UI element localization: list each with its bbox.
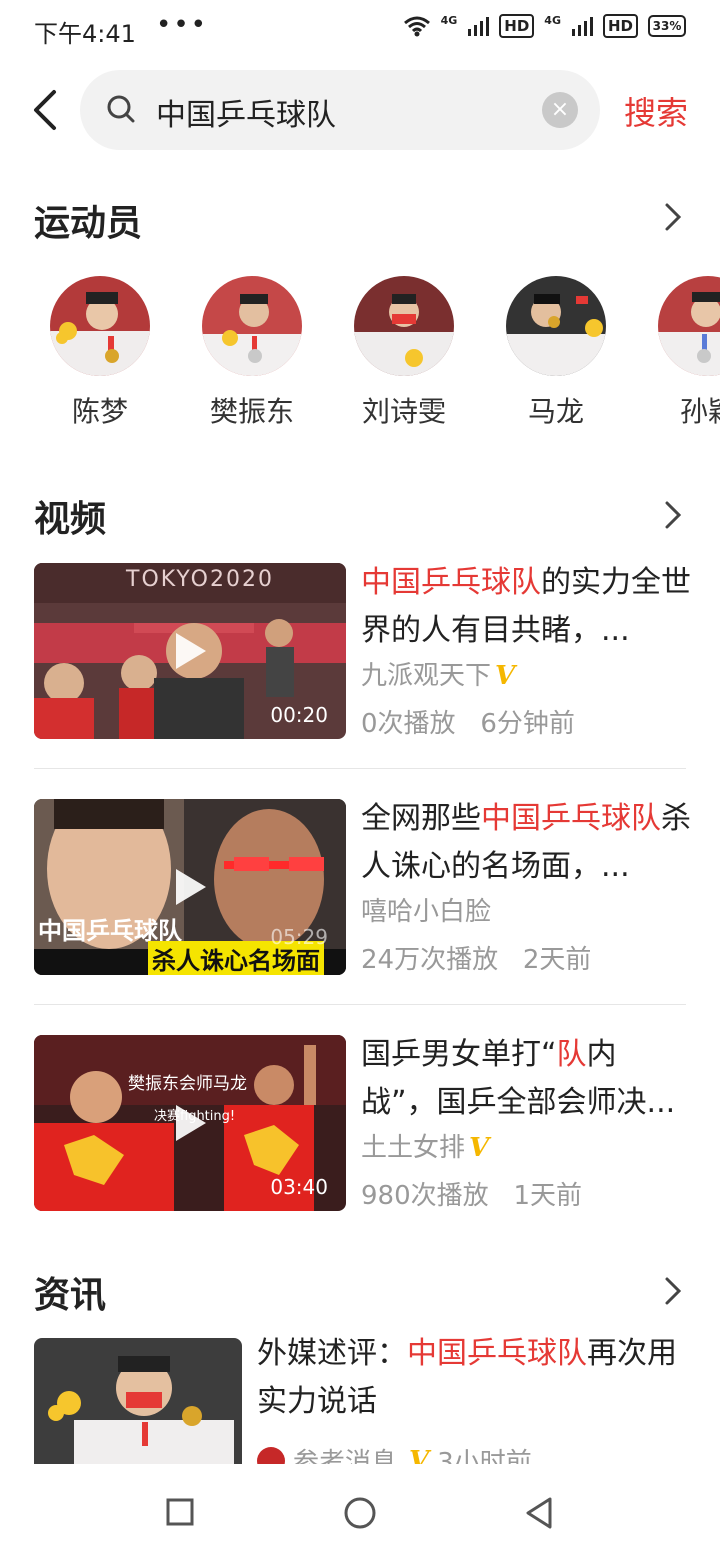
network-type-1: 4G	[440, 13, 458, 27]
athlete-item[interactable]: 孙颖	[657, 276, 720, 430]
athlete-name: 马龙	[527, 395, 584, 428]
verified-icon: V	[469, 1133, 490, 1163]
post-time: 1天前	[513, 1181, 582, 1211]
signal-icon-2	[571, 17, 593, 36]
status-time: 下午4:41	[34, 20, 136, 48]
play-icon[interactable]	[170, 1101, 210, 1145]
recent-apps-icon[interactable]	[166, 1498, 194, 1526]
video-duration: 03:40	[270, 1175, 328, 1199]
athlete-item[interactable]: 马龙	[505, 276, 607, 430]
play-count: 980次播放	[361, 1181, 489, 1211]
battery-icon: 33%	[648, 15, 686, 37]
author-name: 嘻哈小白脸	[361, 897, 492, 927]
athlete-name: 陈梦	[71, 395, 128, 428]
status-bar: 下午4:41 ••• 4G HD 4G HD 33%	[0, 0, 720, 58]
title-highlight: 中国乒乓球队	[481, 801, 661, 836]
search-input[interactable]: 中国乒乓球队	[156, 90, 336, 134]
avatar	[354, 276, 454, 376]
back-arrow-icon[interactable]	[28, 88, 62, 132]
athlete-item[interactable]: 陈梦	[49, 276, 151, 430]
avatar	[506, 276, 606, 376]
title-prefix: 外媒述评：	[257, 1336, 407, 1371]
video-author[interactable]: 九派观天下 V	[361, 655, 515, 692]
title-highlight: 队	[556, 1037, 587, 1072]
athlete-name: 刘诗雯	[361, 395, 446, 428]
play-count: 0次播放	[361, 709, 456, 739]
video-meta: 24万次播放 2天前	[361, 939, 591, 976]
back-icon[interactable]	[524, 1496, 554, 1530]
video-thumbnail[interactable]: 中国乒乓球队 杀人诛心名场面 05:29	[34, 799, 346, 975]
verified-icon: V	[495, 661, 516, 691]
search-button[interactable]: 搜索	[624, 88, 688, 134]
divider	[34, 1004, 686, 1005]
avatar	[658, 276, 720, 376]
post-time: 2天前	[522, 945, 592, 975]
video-title[interactable]: 中国乒乓球队的实力全世界的人有目共睹，...	[361, 559, 691, 655]
search-header: 中国乒乓球队 × 搜索	[0, 70, 720, 150]
video-item[interactable]: TOKYO2020 00:20 中国乒乓球队的实力全世界的人有目共睹，... 九…	[34, 563, 691, 743]
news-thumbnail[interactable]	[34, 1338, 242, 1478]
search-field[interactable]: 中国乒乓球队 ×	[80, 70, 600, 150]
video-author[interactable]: 嘻哈小白脸	[361, 891, 491, 928]
post-time: 6分钟前	[480, 709, 575, 739]
play-icon[interactable]	[170, 865, 210, 909]
athletes-section-title: 运动员	[34, 203, 143, 244]
play-icon[interactable]	[170, 629, 210, 673]
video-duration: 00:20	[270, 703, 328, 727]
divider	[34, 768, 686, 769]
avatar	[202, 276, 302, 376]
network-type-2: 4G	[544, 13, 561, 27]
system-navigation-bar	[0, 1464, 720, 1560]
title-highlight: 中国乒乓球队	[361, 565, 541, 600]
video-title[interactable]: 国乒男女单打“队内战”，国乒全部会师决...	[361, 1031, 691, 1127]
hd-badge-1: HD	[499, 14, 535, 38]
chevron-right-icon[interactable]	[664, 202, 682, 232]
video-item[interactable]: 樊振东会师马龙 决赛fighting! 03:40 国乒男女单打“队内战”，国乒…	[34, 1035, 686, 1215]
status-more-dots: •••	[156, 10, 209, 40]
thumbnail-caption: 樊振东会师马龙	[128, 1074, 247, 1094]
title-prefix: 国乒男女单打“	[361, 1037, 557, 1072]
avatar	[50, 276, 150, 376]
home-icon[interactable]	[343, 1496, 377, 1530]
video-thumbnail[interactable]: TOKYO2020 00:20	[34, 563, 346, 739]
videos-section-title: 视频	[34, 499, 107, 540]
clear-icon[interactable]: ×	[542, 92, 578, 128]
play-count: 24万次播放	[361, 945, 499, 975]
video-author[interactable]: 土土女排 V	[361, 1127, 489, 1164]
chevron-right-icon[interactable]	[664, 500, 682, 530]
title-highlight: 中国乒乓球队	[407, 1336, 587, 1371]
title-prefix: 全网那些	[361, 801, 481, 836]
video-item[interactable]: 中国乒乓球队 杀人诛心名场面 05:29 全网那些中国乒乓球队杀人诛心的名场面，…	[34, 799, 691, 979]
video-title[interactable]: 全网那些中国乒乓球队杀人诛心的名场面，...	[361, 795, 691, 891]
video-meta: 980次播放 1天前	[361, 1175, 582, 1212]
video-duration: 05:29	[270, 925, 328, 949]
search-icon	[107, 95, 135, 123]
news-section-title: 资讯	[34, 1275, 107, 1316]
author-name: 九派观天下	[361, 661, 492, 691]
hd-badge-2: HD	[602, 14, 638, 38]
status-icons: 4G HD 4G HD 33%	[403, 14, 686, 38]
news-title[interactable]: 外媒述评：中国乒乓球队再次用实力说话	[257, 1330, 687, 1426]
athlete-item[interactable]: 樊振东	[201, 276, 303, 430]
athlete-name: 樊振东	[209, 395, 294, 428]
athletes-list: 陈梦 樊振东 刘诗雯 马龙 孙颖	[0, 276, 720, 436]
athlete-name: 孙颖	[679, 395, 720, 428]
news-item[interactable]: 外媒述评：中国乒乓球队再次用实力说话 参考消息 V 3小时前	[34, 1336, 686, 1478]
chevron-right-icon[interactable]	[664, 1276, 682, 1306]
signal-icon	[468, 17, 490, 36]
thumbnail-text: TOKYO2020	[126, 567, 274, 592]
author-name: 土土女排	[361, 1133, 466, 1163]
athlete-item[interactable]: 刘诗雯	[353, 276, 455, 430]
wifi-icon	[403, 16, 430, 37]
video-thumbnail[interactable]: 樊振东会师马龙 决赛fighting! 03:40	[34, 1035, 346, 1211]
video-meta: 0次播放 6分钟前	[361, 703, 575, 740]
